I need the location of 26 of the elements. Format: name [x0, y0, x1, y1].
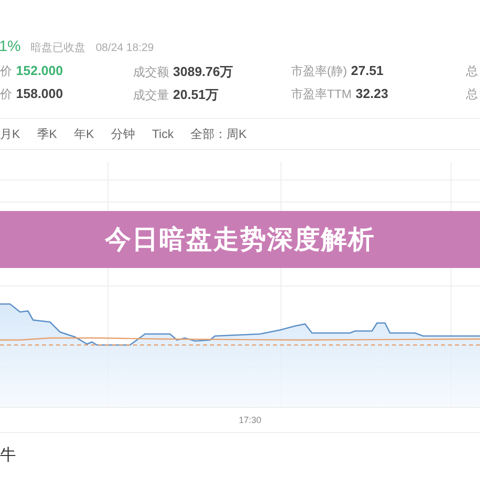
stat-label: 总	[466, 86, 478, 103]
period-tab[interactable]: 年K	[74, 126, 94, 142]
period-tab[interactable]: 分钟	[111, 126, 136, 142]
timestamp: 08/24 18:29	[96, 42, 154, 54]
stat-value: 152.000	[16, 63, 63, 78]
time-axis-label: 17:30	[238, 415, 262, 425]
section-title: 牛	[0, 447, 16, 464]
period-tab[interactable]: 全部：周K	[190, 126, 247, 142]
stat-value: 32.23	[356, 86, 388, 101]
period-tab[interactable]: 季K	[37, 126, 58, 142]
stat-value: 3089.76万	[173, 62, 233, 80]
stat-value: 158.000	[16, 86, 63, 101]
market-status: 暗盘已收盘	[30, 40, 86, 55]
title-banner: 今日暗盘走势深度解析	[0, 211, 480, 268]
stat-label: 总	[466, 63, 478, 80]
stat-label: 价	[0, 86, 12, 103]
stat-label: 市盈率TTM	[291, 86, 352, 103]
stat-label: 成交额	[133, 64, 169, 80]
stat-label: 价	[0, 63, 12, 80]
period-tab[interactable]: Tick	[152, 127, 174, 141]
stat-value: 27.51	[351, 63, 384, 78]
price-change: 1%	[0, 38, 21, 55]
period-tab[interactable]: 月K	[0, 126, 20, 142]
stat-label: 市盈率(静)	[291, 63, 347, 80]
stat-label: 成交量	[133, 86, 169, 104]
stat-value: 20.51万	[173, 86, 219, 104]
